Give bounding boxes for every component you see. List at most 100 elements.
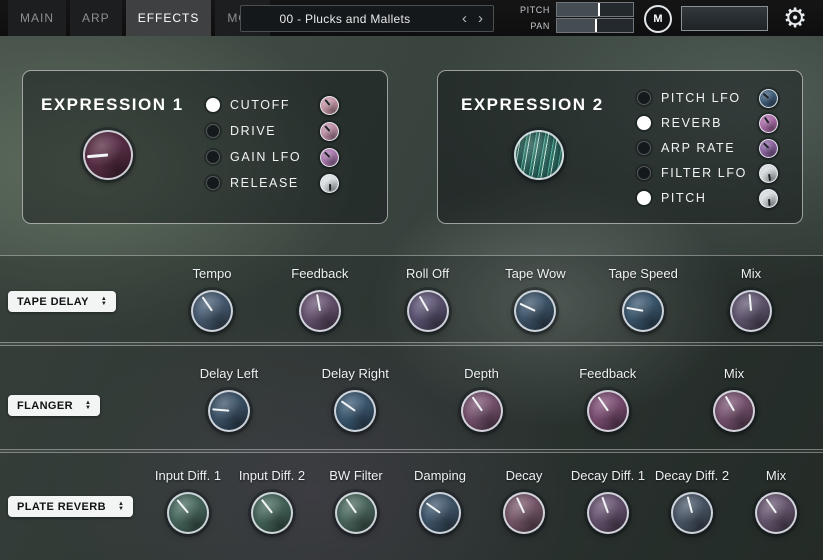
arp-rate-knob[interactable]	[759, 139, 778, 158]
reverb-knob[interactable]	[759, 114, 778, 133]
knob-pointer	[768, 198, 771, 206]
delay-left-knob[interactable]	[208, 390, 250, 432]
knob-label: Tape Wow	[505, 266, 565, 282]
knob-pointer	[762, 92, 769, 98]
pitch-pan-group: PITCH PAN	[510, 3, 634, 32]
knob-unit-input-diff-2: Input Diff. 2	[230, 468, 314, 534]
expression-option-row: FILTER LFO	[637, 163, 778, 183]
preset-next-icon[interactable]: ›	[478, 6, 483, 31]
knob-pointer	[763, 116, 769, 123]
pan-slider[interactable]	[556, 18, 634, 33]
option-label-cutoff: CUTOFF	[230, 98, 290, 112]
expression-option-row: REVERB	[637, 113, 778, 133]
effect-type-select[interactable]: PLATE REVERB ▲▼	[8, 496, 133, 517]
effect-type-select[interactable]: FLANGER ▲▼	[8, 395, 100, 416]
knob-unit-decay-diff-1: Decay Diff. 1	[566, 468, 650, 534]
knob-pointer	[87, 154, 108, 158]
radio-filter-lfo[interactable]	[637, 166, 651, 180]
radio-reverb[interactable]	[637, 116, 651, 130]
mix-knob[interactable]	[730, 290, 772, 332]
knob-unit-damping: Damping	[398, 468, 482, 534]
option-label-reverb: REVERB	[661, 116, 722, 130]
pitch-label: PITCH	[510, 5, 550, 15]
mix-knob[interactable]	[713, 390, 755, 432]
radio-drive[interactable]	[206, 124, 220, 138]
expression-1-options: CUTOFFDRIVEGAIN LFORELEASE	[206, 95, 339, 193]
knob-lane: TempoFeedbackRoll OffTape WowTape SpeedM…	[170, 266, 793, 332]
input-diff-1-knob[interactable]	[167, 492, 209, 534]
knob-pointer	[202, 297, 213, 312]
tape-wow-knob[interactable]	[514, 290, 556, 332]
mono-button[interactable]: M	[644, 5, 672, 33]
knob-unit-delay-right: Delay Right	[313, 366, 397, 432]
settings-gear-icon[interactable]: ⚙	[783, 1, 807, 35]
input-diff-2-knob[interactable]	[251, 492, 293, 534]
effect-row-tape-delay: TAPE DELAY ▲▼ TempoFeedbackRoll OffTape …	[0, 255, 823, 343]
radio-release[interactable]	[206, 176, 220, 190]
knob-label: Feedback	[579, 366, 636, 382]
decay-knob[interactable]	[503, 492, 545, 534]
feedback-knob[interactable]	[587, 390, 629, 432]
preset-name: 00 - Plucks and Mallets	[241, 12, 449, 26]
mix-knob[interactable]	[755, 492, 797, 534]
knob-pointer	[212, 409, 229, 412]
drive-knob[interactable]	[320, 122, 339, 141]
tape-speed-knob[interactable]	[622, 290, 664, 332]
preset-selector[interactable]: 00 - Plucks and Mallets ‹ ›	[240, 5, 494, 32]
effect-type-select[interactable]: TAPE DELAY ▲▼	[8, 291, 116, 312]
knob-pointer	[768, 173, 771, 181]
expression-2-main-knob[interactable]	[514, 130, 564, 180]
knob-unit-tape-wow: Tape Wow	[493, 266, 577, 332]
expression-option-row: ARP RATE	[637, 138, 778, 158]
arrow-down-icon: ▼	[101, 302, 107, 307]
radio-pitch-lfo[interactable]	[637, 91, 651, 105]
expression-option-row: DRIVE	[206, 121, 339, 141]
radio-pitch[interactable]	[637, 191, 651, 205]
expression-1-title: EXPRESSION 1	[41, 95, 184, 115]
release-knob[interactable]	[320, 174, 339, 193]
knob-pointer	[766, 499, 777, 514]
tab-arp[interactable]: ARP	[70, 0, 122, 36]
knob-unit-input-diff-1: Input Diff. 1	[146, 468, 230, 534]
arrow-down-icon: ▼	[85, 406, 91, 411]
knob-pointer	[324, 99, 330, 106]
decay-diff-1-knob[interactable]	[587, 492, 629, 534]
radio-cutoff[interactable]	[206, 98, 220, 112]
knob-label: Feedback	[291, 266, 348, 282]
option-label-drive: DRIVE	[230, 124, 276, 138]
knob-label: Mix	[724, 366, 744, 382]
pitch-lfo-knob[interactable]	[759, 89, 778, 108]
volume-slider[interactable]	[681, 6, 768, 31]
knob-pointer	[601, 497, 609, 513]
cutoff-knob[interactable]	[320, 96, 339, 115]
depth-knob[interactable]	[461, 390, 503, 432]
bw-filter-knob[interactable]	[335, 492, 377, 534]
preset-prev-icon[interactable]: ‹	[462, 6, 467, 31]
expression-1-main-knob[interactable]	[83, 130, 133, 180]
knob-unit-tape-speed: Tape Speed	[601, 266, 685, 332]
knob-unit-tempo: Tempo	[170, 266, 254, 332]
radio-arp-rate[interactable]	[637, 141, 651, 155]
feedback-knob[interactable]	[299, 290, 341, 332]
pitch-slider[interactable]	[556, 2, 634, 17]
tab-effects[interactable]: EFFECTS	[126, 0, 212, 36]
radio-gain-lfo[interactable]	[206, 150, 220, 164]
tab-main[interactable]: MAIN	[8, 0, 66, 36]
knob-unit-delay-left: Delay Left	[187, 366, 271, 432]
knob-pointer	[471, 397, 482, 412]
option-label-pitch: PITCH	[661, 191, 707, 205]
tempo-knob[interactable]	[191, 290, 233, 332]
filter-lfo-knob[interactable]	[759, 164, 778, 183]
damping-knob[interactable]	[419, 492, 461, 534]
gain-lfo-knob[interactable]	[320, 148, 339, 167]
expression-2-title: EXPRESSION 2	[461, 95, 604, 115]
knob-pointer	[341, 401, 356, 412]
knob-pointer	[426, 503, 441, 514]
pitch-knob[interactable]	[759, 189, 778, 208]
knob-unit-decay: Decay	[482, 468, 566, 534]
effect-row-flanger: FLANGER ▲▼ Delay LeftDelay RightDepthFee…	[0, 345, 823, 450]
delay-right-knob[interactable]	[334, 390, 376, 432]
knob-unit-mix: Mix	[692, 366, 776, 432]
roll-off-knob[interactable]	[407, 290, 449, 332]
decay-diff-2-knob[interactable]	[671, 492, 713, 534]
